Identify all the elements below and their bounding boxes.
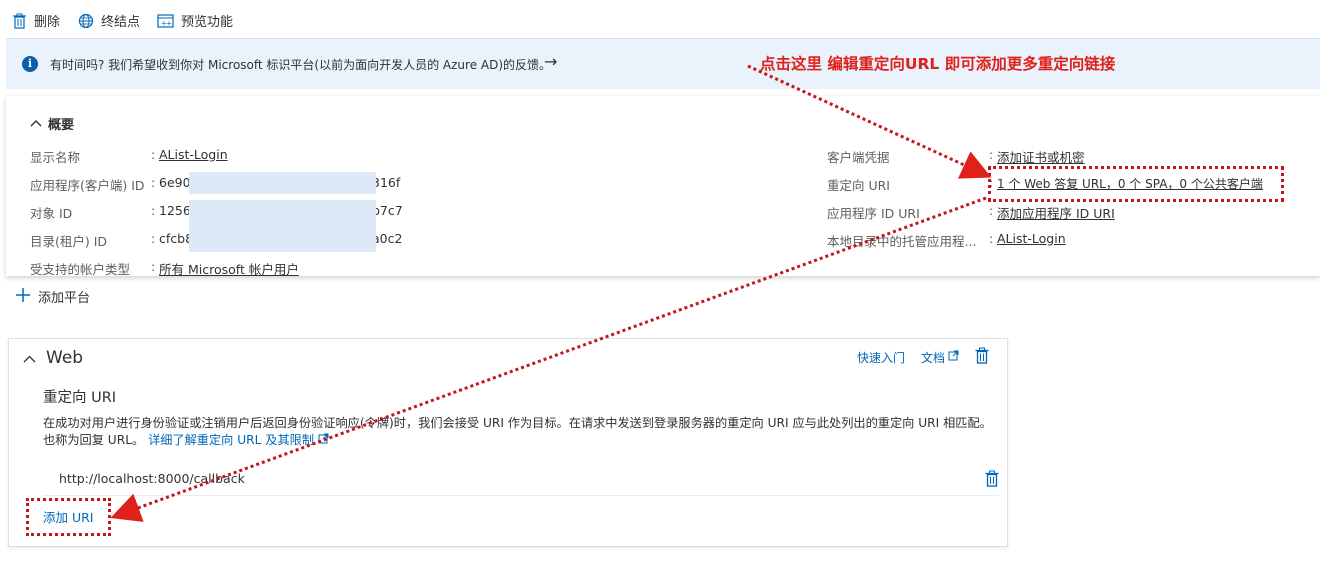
managed-app-label: 本地目录中的托管应用程...: [827, 234, 977, 249]
colon: :: [151, 175, 156, 190]
delete-label: 删除: [34, 15, 61, 30]
tenant-id-suffix: a0c2: [372, 231, 403, 246]
preview-icon: + +: [157, 13, 174, 28]
client-credentials-link[interactable]: 添加证书或机密: [997, 147, 1085, 166]
redirect-uri-description: 在成功对用户进行身份验证或注销用户后返回身份验证响应(令牌)时，我们会接受 UR…: [43, 415, 993, 449]
delete-uri-icon[interactable]: [985, 470, 999, 491]
info-icon: i: [22, 56, 38, 72]
app-id-uri-label: 应用程序 ID URI: [827, 206, 920, 221]
colon: :: [151, 147, 156, 162]
preview-features-button[interactable]: + + 预览功能: [157, 11, 233, 30]
redirect-uri-row[interactable]: http://localhost:8000/callback: [43, 461, 999, 496]
quickstart-link[interactable]: 快速入门: [857, 349, 905, 366]
web-card-header[interactable]: Web: [23, 348, 83, 368]
delete-button[interactable]: 删除: [12, 11, 60, 30]
redirect-uri-value[interactable]: http://localhost:8000/callback: [59, 471, 245, 486]
docs-link[interactable]: 文档: [921, 349, 959, 366]
client-id-suffix: 316f: [372, 175, 401, 190]
colon: :: [151, 231, 156, 246]
learn-more-link[interactable]: 详细了解重定向 URL 及其限制: [148, 433, 329, 447]
banner-text: 有时间吗? 我们希望收到你对 Microsoft 标识平台(以前为面向开发人员的…: [50, 58, 552, 72]
external-link-icon: [948, 350, 959, 364]
add-platform-label: 添加平台: [38, 291, 91, 306]
endpoints-button[interactable]: 终结点: [78, 11, 140, 30]
object-id-suffix: b7c7: [372, 203, 403, 218]
client-credentials-label: 客户端凭据: [827, 150, 890, 165]
account-types-label: 受支持的帐户类型: [30, 262, 131, 277]
docs-label: 文档: [920, 350, 945, 365]
colon: :: [989, 147, 994, 162]
redaction-mask: [189, 172, 376, 194]
annotation-highlight-add-uri: [26, 498, 111, 536]
object-id-label: 对象 ID: [30, 206, 73, 221]
learn-more-label: 详细了解重定向 URL 及其限制: [148, 433, 315, 447]
colon: :: [989, 231, 994, 246]
managed-app-link[interactable]: AList-Login: [997, 231, 1066, 246]
tenant-id-label: 目录(租户) ID: [30, 234, 108, 249]
chevron-up-icon: [30, 116, 42, 131]
feedback-banner: i 有时间吗? 我们希望收到你对 Microsoft 标识平台(以前为面向开发人…: [6, 38, 1320, 89]
svg-text:+: +: [166, 19, 172, 27]
plus-icon: [16, 287, 30, 306]
colon: :: [151, 203, 156, 218]
display-name-label: 显示名称: [30, 150, 81, 165]
essentials-heading: 概要: [48, 118, 75, 133]
client-id-label: 应用程序(客户端) ID: [30, 178, 145, 193]
add-platform-button[interactable]: 添加平台: [16, 287, 90, 306]
redirect-uri-label: 重定向 URI: [827, 178, 890, 193]
redirect-uri-section-title: 重定向 URI: [43, 390, 117, 406]
external-link-icon: [318, 433, 329, 447]
chevron-up-icon: [23, 348, 36, 368]
colon: :: [989, 203, 994, 218]
arrow-right-icon[interactable]: →: [544, 52, 557, 71]
redaction-mask: [189, 200, 376, 252]
annotation-highlight-redirect-uris: [988, 166, 1284, 202]
command-bar: 删除 终结点 + + 预览功能: [0, 0, 1320, 38]
web-card-actions: 快速入门 文档: [857, 347, 989, 367]
trash-icon: [12, 13, 27, 29]
annotation-text: 点击这里 编辑重定向URL 即可添加更多重定向链接: [760, 55, 1116, 73]
app-id-uri-link[interactable]: 添加应用程序 ID URI: [997, 203, 1115, 222]
tenant-id-prefix: cfcb8: [159, 231, 194, 246]
globe-icon: [78, 13, 94, 29]
web-platform-card: Web 快速入门 文档 重定向 URI 在成功对用户进行身份验证或注销用户后返回…: [8, 338, 1008, 547]
account-types-link[interactable]: 所有 Microsoft 帐户用户: [159, 259, 299, 278]
delete-platform-icon[interactable]: [975, 347, 989, 367]
web-card-title: Web: [46, 348, 84, 368]
display-name-link[interactable]: AList-Login: [159, 147, 228, 162]
preview-label: 预览功能: [181, 15, 234, 30]
endpoints-label: 终结点: [101, 15, 141, 30]
essentials-toggle[interactable]: 概要: [30, 114, 74, 133]
colon: :: [151, 259, 156, 274]
